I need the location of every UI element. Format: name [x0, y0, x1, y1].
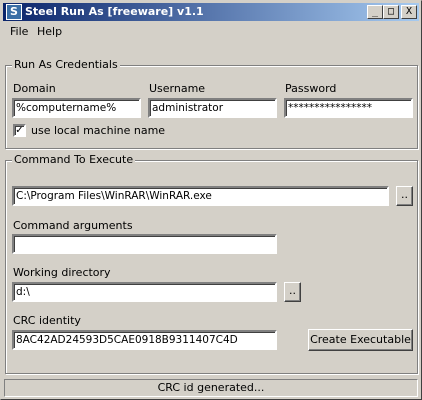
- app-window: S Steel Run As [freeware] v1.1 _ □ X Fil…: [0, 0, 422, 400]
- use-local-label[interactable]: use local machine name: [31, 124, 165, 137]
- app-icon: S: [6, 4, 22, 20]
- crc-label: CRC identity: [13, 314, 81, 327]
- command-path-field[interactable]: C:\Program Files\WinRAR\WinRAR.exe: [12, 186, 389, 206]
- window-title: Steel Run As [freeware] v1.1: [25, 5, 204, 18]
- title-bar[interactable]: S Steel Run As [freeware] v1.1 _ □ X: [3, 3, 419, 21]
- use-local-checkbox[interactable]: ✓: [13, 124, 26, 137]
- menu-file[interactable]: File: [10, 25, 28, 38]
- command-browse-button[interactable]: ..: [396, 186, 413, 206]
- domain-label: Domain: [13, 82, 56, 95]
- credentials-group: Run As Credentials Domain %computername%…: [5, 58, 418, 149]
- workdir-field[interactable]: d:\: [12, 282, 277, 302]
- username-field[interactable]: administrator: [148, 98, 277, 118]
- maximize-button[interactable]: □: [383, 5, 399, 19]
- command-group: Command To Execute C:\Program Files\WinR…: [5, 153, 418, 374]
- domain-field[interactable]: %computername%: [12, 98, 141, 118]
- command-group-title: Command To Execute: [12, 153, 136, 166]
- create-executable-button[interactable]: Create Executable: [308, 329, 413, 351]
- crc-field[interactable]: 8AC42AD24593D5CAE0918B9311407C4D: [12, 330, 277, 350]
- args-label: Command arguments: [13, 219, 133, 232]
- minimize-button[interactable]: _: [367, 5, 383, 19]
- password-field[interactable]: ****************: [284, 98, 413, 118]
- workdir-browse-button[interactable]: ..: [284, 282, 301, 302]
- menu-help[interactable]: Help: [37, 25, 62, 38]
- close-button[interactable]: X: [401, 5, 417, 19]
- password-label: Password: [285, 82, 337, 95]
- status-bar: CRC id generated...: [4, 379, 418, 397]
- credentials-group-title: Run As Credentials: [12, 58, 120, 71]
- username-label: Username: [149, 82, 206, 95]
- workdir-label: Working directory: [13, 266, 111, 279]
- args-field[interactable]: [12, 234, 277, 254]
- menu-bar: File Help: [3, 22, 419, 41]
